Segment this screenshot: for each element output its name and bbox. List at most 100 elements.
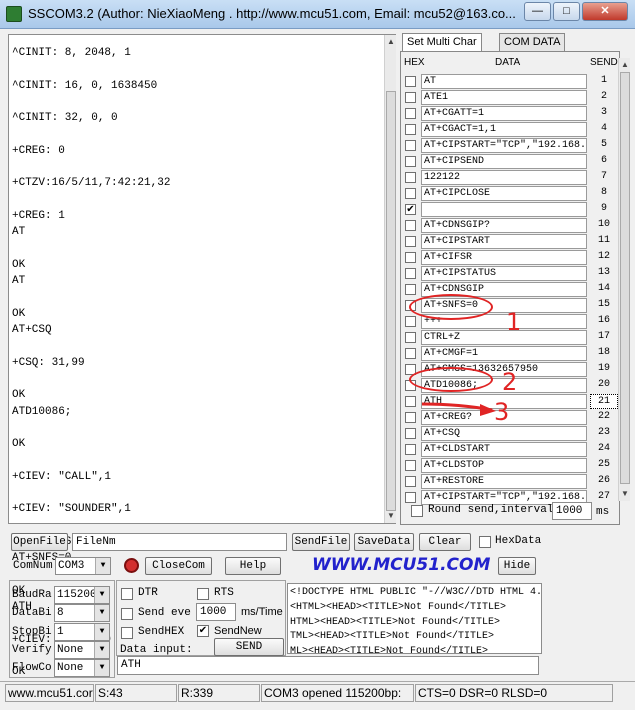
filename-input[interactable]: FileNm [72, 533, 287, 551]
send-row-button[interactable]: 2 [590, 90, 618, 105]
send-row-button[interactable]: 15 [590, 298, 618, 313]
multi-char-scrollbar[interactable]: ▲ ▼ [618, 58, 630, 501]
maximize-button[interactable]: □ [553, 2, 580, 21]
data-field[interactable]: AT+CLDSTOP [421, 458, 587, 473]
data-field[interactable]: AT+CMGF=1 [421, 346, 587, 361]
hex-checkbox[interactable] [405, 92, 416, 103]
hex-checkbox[interactable] [405, 220, 416, 231]
hex-checkbox[interactable] [405, 76, 416, 87]
hex-checkbox[interactable] [405, 444, 416, 455]
send-row-button[interactable]: 12 [590, 250, 618, 265]
data-field[interactable]: AT+CIPSTART="TCP","192.168. [421, 138, 587, 153]
send-row-button[interactable]: 10 [590, 218, 618, 233]
hex-checkbox[interactable] [405, 348, 416, 359]
data-field[interactable]: 122122 [421, 170, 587, 185]
hex-checkbox[interactable] [405, 156, 416, 167]
data-bits-select[interactable]: 8 ▼ [54, 604, 110, 623]
sendnew-checkbox[interactable]: ✔ [197, 625, 209, 637]
receive-scroll-thumb[interactable] [386, 91, 396, 511]
send-row-button[interactable]: 3 [590, 106, 618, 121]
hex-checkbox[interactable]: ✔ [405, 204, 416, 215]
send-row-button[interactable]: 5 [590, 138, 618, 153]
hex-checkbox[interactable] [405, 332, 416, 343]
data-field[interactable]: AT+RESTORE [421, 474, 587, 489]
openfile-button[interactable]: OpenFile [11, 533, 68, 551]
period-input[interactable]: 1000 [196, 603, 236, 621]
data-field[interactable]: AT+CIPSTATUS [421, 266, 587, 281]
data-field[interactable]: AT [421, 74, 587, 89]
scroll-down-icon[interactable]: ▼ [385, 509, 397, 523]
send-row-button[interactable]: 23 [590, 426, 618, 441]
scroll-up-icon[interactable]: ▲ [385, 35, 397, 49]
hex-checkbox[interactable] [405, 428, 416, 439]
data-field[interactable]: AT+CIFSR [421, 250, 587, 265]
hex-checkbox[interactable] [405, 108, 416, 119]
hex-checkbox[interactable] [405, 412, 416, 423]
send-row-button[interactable]: 4 [590, 122, 618, 137]
round-interval-input[interactable]: 1000 [552, 502, 592, 520]
send-row-button[interactable]: 14 [590, 282, 618, 297]
data-field[interactable]: AT+CIPCLOSE [421, 186, 587, 201]
round-send-checkbox[interactable] [411, 505, 423, 517]
data-field[interactable]: AT+CSQ [421, 426, 587, 441]
hex-checkbox[interactable] [405, 476, 416, 487]
hex-checkbox[interactable] [405, 188, 416, 199]
send-row-button[interactable]: 1 [590, 74, 618, 89]
data-field[interactable]: AT+CGACT=1,1 [421, 122, 587, 137]
data-field[interactable]: AT+CIPSTART [421, 234, 587, 249]
hex-checkbox[interactable] [405, 252, 416, 263]
baud-rate-select[interactable]: 115200 ▼ [54, 586, 110, 604]
send-row-button[interactable]: 18 [590, 346, 618, 361]
minimize-button[interactable]: — [524, 2, 551, 21]
send-row-button[interactable]: 19 [590, 362, 618, 377]
data-field[interactable]: AT+CDNSGIP? [421, 218, 587, 233]
comnum-select[interactable]: COM3 ▼ [55, 557, 111, 575]
verify-select[interactable]: None ▼ [54, 640, 110, 659]
send-row-button[interactable]: 16 [590, 314, 618, 329]
dtr-checkbox[interactable] [121, 588, 133, 600]
send-row-button[interactable]: 11 [590, 234, 618, 249]
flow-control-select[interactable]: None ▼ [54, 659, 110, 678]
send-row-button[interactable]: 8 [590, 186, 618, 201]
help-button[interactable]: Help [225, 557, 281, 575]
hexdata-checkbox[interactable] [479, 536, 491, 548]
data-field[interactable]: AT+CGATT=1 [421, 106, 587, 121]
rts-checkbox[interactable] [197, 588, 209, 600]
close-button[interactable]: ✕ [582, 2, 628, 21]
send-row-button[interactable]: 26 [590, 474, 618, 489]
scroll-down-icon[interactable]: ▼ [619, 487, 631, 501]
multi-char-scroll-thumb[interactable] [620, 72, 630, 484]
hex-checkbox[interactable] [405, 124, 416, 135]
send-row-button[interactable]: 25 [590, 458, 618, 473]
hex-checkbox[interactable] [405, 460, 416, 471]
send-row-button[interactable]: 24 [590, 442, 618, 457]
send-row-button[interactable]: 17 [590, 330, 618, 345]
closecom-button[interactable]: CloseCom [145, 557, 212, 575]
hex-checkbox[interactable] [405, 236, 416, 247]
data-field[interactable]: ATE1 [421, 90, 587, 105]
send-every-checkbox[interactable] [121, 608, 133, 620]
data-field[interactable]: CTRL+Z [421, 330, 587, 345]
stop-bits-select[interactable]: 1 ▼ [54, 622, 110, 641]
hide-button[interactable]: Hide [498, 557, 536, 575]
send-row-button[interactable]: 22 [590, 410, 618, 425]
data-field[interactable]: AT+CIPSEND [421, 154, 587, 169]
hex-checkbox[interactable] [405, 172, 416, 183]
send-row-button[interactable]: 6 [590, 154, 618, 169]
send-row-button[interactable]: 21 [590, 394, 618, 409]
scroll-up-icon[interactable]: ▲ [619, 58, 631, 72]
hex-checkbox[interactable] [405, 316, 416, 327]
tab-com-data[interactable]: COM DATA [499, 33, 566, 51]
savedata-button[interactable]: SaveData [354, 533, 414, 551]
sendfile-button[interactable]: SendFile [292, 533, 350, 551]
data-field[interactable]: AT+CLDSTART [421, 442, 587, 457]
send-row-button[interactable]: 13 [590, 266, 618, 281]
hex-checkbox[interactable] [405, 140, 416, 151]
data-input[interactable]: ATH [117, 656, 539, 675]
tab-set-multi-char[interactable]: Set Multi Char [402, 33, 482, 52]
clear-button[interactable]: Clear [419, 533, 471, 551]
receive-scrollbar[interactable]: ▲ ▼ [384, 35, 396, 523]
receive-area[interactable]: ^CINIT: 8, 2048, 1 ^CINIT: 16, 0, 163845… [8, 34, 396, 678]
send-row-button[interactable]: 20 [590, 378, 618, 393]
hex-checkbox[interactable] [405, 268, 416, 279]
